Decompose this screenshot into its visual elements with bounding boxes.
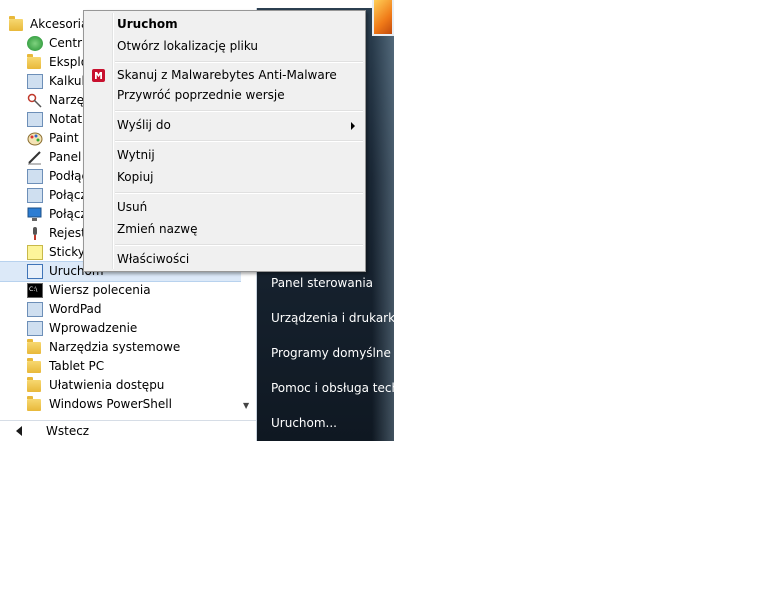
- folder-label: Windows PowerShell: [49, 397, 172, 411]
- program-label: WordPad: [49, 302, 102, 316]
- context-menu: Uruchom Otwórz lokalizację pliku Skanuj …: [83, 10, 366, 272]
- cmd-icon: [27, 283, 43, 298]
- menu-item-properties[interactable]: Właściwości: [117, 252, 189, 266]
- right-item-devices-printers[interactable]: Urządzenia i drukarki: [271, 311, 394, 325]
- folder-label: Akcesoria: [30, 17, 89, 31]
- back-arrow-icon: [16, 426, 22, 436]
- folder-item-system-tools[interactable]: Narzędzia systemowe: [0, 338, 241, 357]
- tablet-input-icon: [27, 150, 43, 165]
- malwarebytes-icon: [92, 69, 105, 82]
- menu-item-open[interactable]: Uruchom: [117, 17, 178, 31]
- menu-item-restore-previous-versions[interactable]: Przywróć poprzednie wersje: [117, 88, 285, 102]
- right-item-help-support[interactable]: Pomoc i obsługa techn: [271, 381, 394, 395]
- program-label: Połącz: [49, 188, 87, 202]
- folder-label: Tablet PC: [49, 359, 105, 373]
- submenu-arrow-icon: [351, 122, 355, 130]
- menu-item-cut[interactable]: Wytnij: [117, 148, 155, 162]
- menu-separator: [115, 110, 363, 112]
- folder-icon: [9, 16, 23, 31]
- getting-started-icon: [27, 321, 43, 336]
- program-label: Paint: [49, 131, 79, 145]
- menu-separator: [115, 244, 363, 246]
- folder-item-windows-powershell[interactable]: Windows PowerShell: [0, 395, 241, 414]
- paint-icon: [27, 131, 43, 146]
- right-item-control-panel[interactable]: Panel sterowania: [271, 276, 373, 290]
- right-item-default-programs[interactable]: Programy domyślne: [271, 346, 391, 360]
- program-label: Panel: [49, 150, 82, 164]
- program-item-command-prompt[interactable]: Wiersz polecenia: [0, 281, 241, 300]
- network-projector-icon: [27, 169, 43, 184]
- glass-highlight: [372, 0, 394, 441]
- remote-desktop-icon: [27, 207, 43, 222]
- calculator-icon: [27, 74, 43, 89]
- sticky-notes-icon: [27, 245, 43, 260]
- menu-item-rename[interactable]: Zmień nazwę: [117, 222, 198, 236]
- mobility-icon: [27, 188, 43, 203]
- run-icon: [27, 264, 43, 279]
- folder-icon: [27, 339, 41, 354]
- back-button-label: Wstecz: [46, 424, 90, 438]
- program-label: Kalkul: [49, 74, 85, 88]
- wordpad-icon: [27, 302, 43, 317]
- folder-label: Ułatwienia dostępu: [49, 378, 165, 392]
- menu-separator: [115, 192, 363, 194]
- explorer-icon: [27, 54, 41, 69]
- folder-label: Narzędzia systemowe: [49, 340, 181, 354]
- scroll-down-arrow-icon[interactable]: ▼: [243, 401, 249, 410]
- notepad-icon: [27, 112, 43, 127]
- menu-item-malwarebytes-scan[interactable]: Skanuj z Malwarebytes Anti-Malware: [117, 68, 337, 82]
- menu-separator: [115, 61, 363, 63]
- folder-icon: [27, 377, 41, 392]
- folder-icon: [27, 358, 41, 373]
- menu-item-delete[interactable]: Usuń: [117, 200, 147, 214]
- program-label: Połącz: [49, 207, 87, 221]
- top-strip: [235, 0, 375, 8]
- menu-item-send-to[interactable]: Wyślij do: [117, 118, 171, 132]
- program-label: Wprowadzenie: [49, 321, 138, 335]
- menu-item-open-file-location[interactable]: Otwórz lokalizację pliku: [117, 39, 258, 53]
- user-picture-icon[interactable]: [372, 0, 394, 36]
- folder-item-tablet-pc[interactable]: Tablet PC: [0, 357, 241, 376]
- menu-separator: [115, 140, 363, 142]
- folder-icon: [27, 396, 41, 411]
- menu-item-copy[interactable]: Kopiuj: [117, 170, 154, 184]
- program-label: Sticky: [49, 245, 85, 259]
- program-item-getting-started[interactable]: Wprowadzenie: [0, 319, 241, 338]
- program-item-wordpad[interactable]: WordPad: [0, 300, 241, 319]
- back-button[interactable]: Wstecz: [0, 420, 256, 442]
- right-item-run[interactable]: Uruchom...: [271, 416, 337, 430]
- sync-center-icon: [27, 36, 43, 51]
- menu-icon-gutter: [112, 13, 114, 269]
- snipping-tool-icon: [27, 93, 43, 108]
- sound-recorder-icon: [27, 226, 43, 241]
- program-label: Wiersz polecenia: [49, 283, 151, 297]
- folder-item-ease-of-access[interactable]: Ułatwienia dostępu: [0, 376, 241, 395]
